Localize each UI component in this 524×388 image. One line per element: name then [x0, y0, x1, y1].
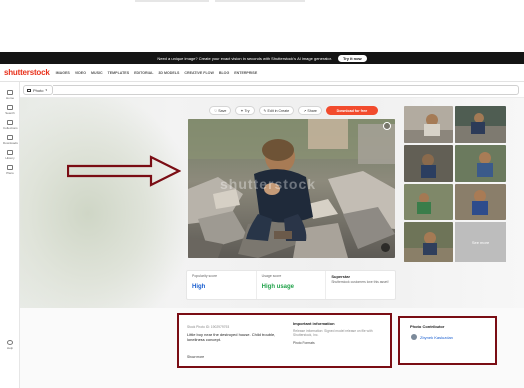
share-button[interactable]: ↗ Share: [298, 106, 322, 115]
nav-item-video[interactable]: VIDEO: [75, 71, 86, 75]
search-input[interactable]: [53, 85, 519, 95]
important-info-title: Important information: [293, 321, 335, 326]
edit-icon: ✎: [263, 108, 267, 113]
edit-in-create-button[interactable]: ✎ Edit in Create: [258, 106, 295, 115]
superstar-desc: Shutterstock customers love this asset!: [331, 280, 389, 284]
stock-photo-id: Stock Photo ID: 1902979793: [187, 325, 230, 329]
photo-description: Little boy near the destroyed house. Chi…: [187, 332, 276, 342]
rail-item-collections[interactable]: Collections: [3, 120, 18, 130]
nav-item-enterprise[interactable]: ENTERPRISE: [234, 71, 257, 75]
nav-item-creative-flow[interactable]: CREATIVE FLOW: [184, 71, 213, 75]
popularity-value: High: [192, 284, 206, 290]
related-thumb[interactable]: [404, 222, 453, 262]
thumb-image: [455, 106, 506, 143]
avatar[interactable]: [411, 334, 417, 340]
top-divider: [135, 0, 209, 2]
promo-text: Need a unique image? Create your exact v…: [157, 55, 332, 61]
nav-menu: IMAGES VIDEO MUSIC TEMPLATES EDITORIAL 3…: [56, 71, 258, 75]
nav-item-3d-models[interactable]: 3D MODELS: [158, 71, 179, 75]
logo[interactable]: shutterstock: [4, 68, 50, 77]
search-row: Photo ▾: [0, 82, 524, 98]
home-icon: [7, 90, 13, 95]
superstar-title: Superstar: [331, 274, 351, 279]
download-button[interactable]: Download for free: [325, 106, 378, 115]
usage-value: High usage: [261, 284, 295, 290]
search-type-select[interactable]: Photo ▾: [23, 85, 53, 95]
important-info-column: Important information Release informatio…: [293, 321, 389, 345]
rail-item-help[interactable]: Help: [3, 340, 17, 350]
thumb-image: [404, 222, 453, 262]
watermark: shutterstock: [220, 176, 317, 192]
related-thumb[interactable]: [404, 106, 453, 143]
description-panel-highlight: Stock Photo ID: 1902979793 Little boy ne…: [177, 313, 392, 368]
thumb-image: [404, 106, 453, 143]
save-button[interactable]: ♡ Save: [209, 106, 232, 115]
description-column: Stock Photo ID: 1902979793 Little boy ne…: [187, 325, 287, 359]
promo-button[interactable]: Try it now: [337, 54, 367, 62]
popularity-metric: Popularity score High: [187, 271, 257, 299]
top-divider: [215, 0, 305, 2]
rail-item-downloads[interactable]: Downloads: [3, 135, 18, 145]
top-nav: shutterstock IMAGES VIDEO MUSIC TEMPLATE…: [0, 64, 524, 82]
related-thumb[interactable]: [455, 145, 506, 182]
try-button[interactable]: ✦ Try: [235, 106, 255, 115]
thumb-image: [404, 184, 453, 220]
download-icon: [7, 135, 13, 140]
popularity-label: Popularity score: [192, 274, 218, 278]
thumb-image: [455, 145, 506, 182]
thumb-image: [455, 184, 506, 220]
release-info: Release information: Signed model releas…: [293, 329, 373, 337]
history-icon: [7, 150, 13, 155]
promo-banner: Need a unique image? Create your exact v…: [0, 52, 524, 64]
search-icon: [7, 105, 13, 110]
usage-metric: Usage score High usage: [257, 271, 327, 299]
rail-item-plans[interactable]: Plans: [3, 165, 17, 175]
folder-icon: [7, 120, 13, 125]
asset-metrics: Popularity score High Usage score High u…: [186, 270, 396, 300]
related-thumb[interactable]: [404, 184, 453, 220]
nav-item-music[interactable]: MUSIC: [91, 71, 103, 75]
contributor-panel-highlight: Photo Contributor Zbynek Kasluzdan: [398, 316, 497, 365]
background-blur: [20, 98, 190, 308]
photo-icon: [27, 88, 31, 92]
share-icon: ↗: [303, 108, 307, 113]
rail-item-home[interactable]: Home: [3, 90, 17, 100]
related-thumb[interactable]: [455, 106, 506, 143]
rail-item-search[interactable]: Search: [3, 105, 17, 115]
related-thumb[interactable]: [455, 184, 506, 220]
rail-item-history[interactable]: History: [3, 150, 17, 160]
left-rail: Home Search Collections Downloads Histor…: [0, 82, 20, 388]
see-more-button[interactable]: See more: [455, 222, 506, 262]
browser-top-area: [0, 0, 524, 52]
nav-item-images[interactable]: IMAGES: [56, 71, 70, 75]
search-type-label: Photo: [33, 87, 44, 93]
annotation-arrow: [67, 155, 181, 187]
nav-item-templates[interactable]: TEMPLATES: [108, 71, 130, 75]
photo-formats-label: Photo Formats: [293, 341, 315, 345]
chevron-down-icon: ▾: [45, 88, 47, 92]
sparkle-icon: ✦: [240, 108, 244, 113]
nav-item-editorial[interactable]: EDITORIAL: [134, 71, 153, 75]
plans-icon: [7, 165, 13, 170]
asset-toolbar: ♡ Save ✦ Try ✎ Edit in Create ↗ Share Downlo…: [209, 106, 378, 115]
superstar-metric: Superstar Shutterstock customers love th…: [326, 271, 395, 299]
nav-item-blog[interactable]: BLOG: [219, 71, 229, 75]
contributor-name[interactable]: Zbynek Kasluzdan: [420, 335, 453, 340]
help-icon: [7, 340, 13, 345]
usage-label: Usage score: [261, 274, 282, 278]
heart-icon: ♡: [214, 108, 218, 113]
expand-icon[interactable]: [381, 243, 390, 252]
zoom-icon[interactable]: [383, 122, 391, 130]
contributor-title: Photo Contributor: [410, 324, 445, 329]
show-more-link[interactable]: Show more: [187, 355, 287, 359]
related-thumb[interactable]: [404, 145, 453, 182]
thumb-image: [404, 145, 453, 182]
